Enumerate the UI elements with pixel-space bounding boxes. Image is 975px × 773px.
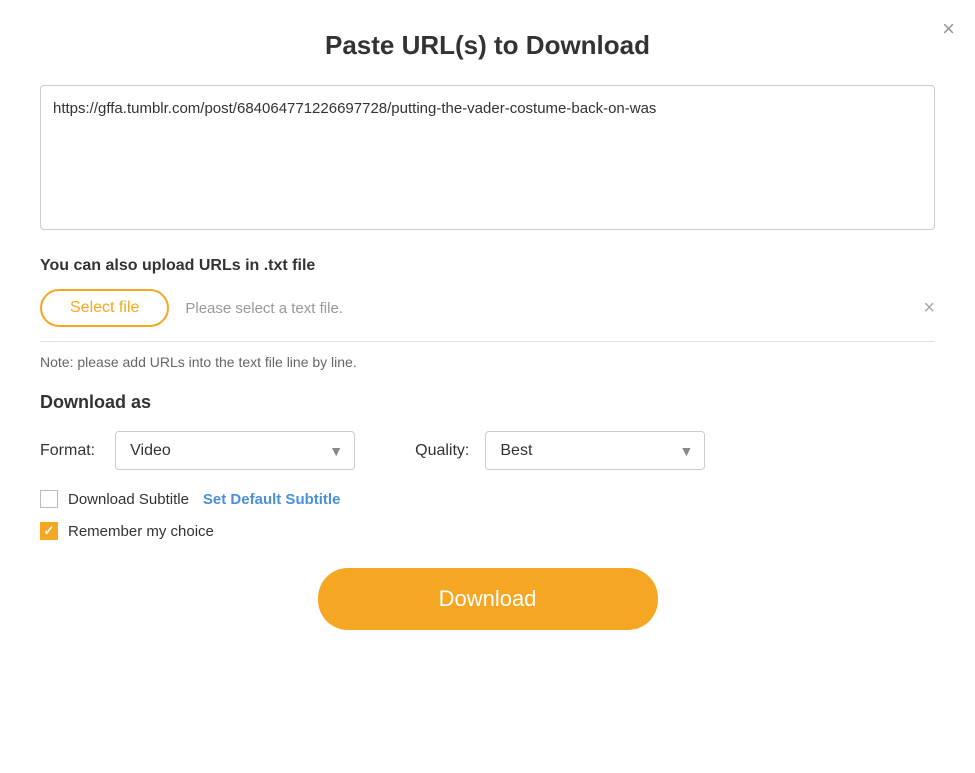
format-select-wrapper: Video Audio MP3 ▼ — [115, 431, 355, 470]
subtitle-row: Download Subtitle Set Default Subtitle — [40, 490, 935, 508]
remember-row: Remember my choice — [40, 522, 935, 540]
dialog-title: Paste URL(s) to Download — [40, 30, 935, 61]
format-label: Format: — [40, 442, 95, 460]
remember-label: Remember my choice — [68, 523, 214, 540]
quality-group: Quality: Best 1080p 720p 480p 360p ▼ — [415, 431, 705, 470]
subtitle-label: Download Subtitle — [68, 491, 189, 508]
upload-label: You can also upload URLs in .txt file — [40, 257, 935, 275]
quality-select[interactable]: Best 1080p 720p 480p 360p — [485, 431, 705, 470]
url-input[interactable]: https://gffa.tumblr.com/post/68406477122… — [40, 85, 935, 230]
format-quality-row: Format: Video Audio MP3 ▼ Quality: Best … — [40, 431, 935, 470]
close-button[interactable]: × — [942, 18, 955, 40]
file-clear-button[interactable]: × — [923, 298, 935, 318]
remember-checkbox[interactable] — [40, 522, 58, 540]
set-default-subtitle-link[interactable]: Set Default Subtitle — [203, 491, 341, 508]
select-file-button[interactable]: Select file — [40, 289, 169, 327]
subtitle-checkbox[interactable] — [40, 490, 58, 508]
download-button-wrap: Download — [40, 568, 935, 630]
file-row: Select file Please select a text file. × — [40, 289, 935, 342]
dialog: × Paste URL(s) to Download https://gffa.… — [0, 0, 975, 773]
download-as-label: Download as — [40, 392, 935, 413]
download-button[interactable]: Download — [318, 568, 658, 630]
file-note: Note: please add URLs into the text file… — [40, 354, 935, 370]
format-select[interactable]: Video Audio MP3 — [115, 431, 355, 470]
quality-label: Quality: — [415, 442, 469, 460]
quality-select-wrapper: Best 1080p 720p 480p 360p ▼ — [485, 431, 705, 470]
file-placeholder: Please select a text file. — [185, 300, 907, 317]
upload-section: You can also upload URLs in .txt file Se… — [40, 257, 935, 370]
